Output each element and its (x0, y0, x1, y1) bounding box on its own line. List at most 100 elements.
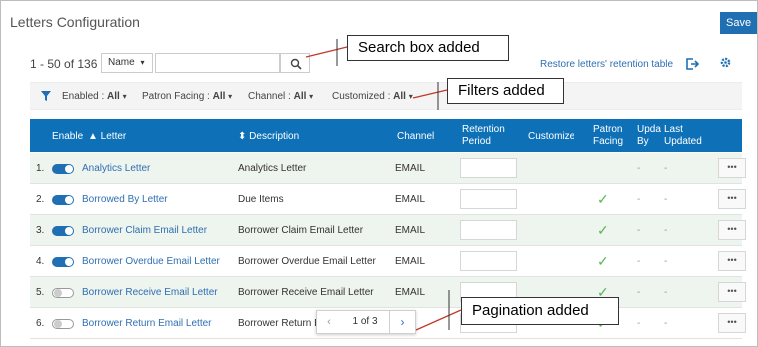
toggle-knob (54, 320, 62, 328)
retention-period-input[interactable] (460, 189, 517, 209)
enable-toggle[interactable] (52, 226, 74, 236)
filter-patron-facing[interactable]: Patron Facing : All ▾ (142, 91, 232, 102)
updated-by-cell: - (637, 225, 641, 236)
letter-link[interactable]: Borrower Return Email Letter (82, 318, 212, 329)
updated-by-cell: - (637, 163, 641, 174)
description-cell: Borrower Claim Email Letter (238, 225, 364, 236)
check-icon: ✓ (597, 191, 609, 207)
enable-toggle[interactable] (52, 288, 74, 298)
search-button[interactable] (280, 53, 310, 73)
filter-customized[interactable]: Customized : All ▾ (332, 91, 413, 102)
channel-cell: EMAIL (395, 225, 426, 236)
table-row: 3. Borrower Claim Email Letter Borrower Cl… (30, 215, 746, 246)
prev-page-button[interactable]: ‹ (317, 311, 341, 333)
pagination: ‹ 1 of 3 › (316, 310, 416, 334)
channel-cell: EMAIL (395, 163, 426, 174)
row-actions-button[interactable]: ••• (718, 220, 746, 240)
row-index: 1. (36, 163, 45, 174)
col-enable[interactable]: Enable (52, 131, 83, 142)
row-actions-button[interactable]: ••• (718, 158, 746, 178)
retention-period-input[interactable] (460, 251, 517, 271)
chevron-down-icon: ▾ (122, 92, 127, 101)
col-description[interactable]: ⬍ Description (238, 131, 299, 142)
check-icon: ✓ (597, 253, 609, 269)
last-updated-cell: - (664, 287, 668, 298)
filter-channel[interactable]: Channel : All ▾ (248, 91, 313, 102)
updated-by-cell: - (637, 256, 641, 267)
col-last-updated[interactable]: Last Updated (664, 124, 702, 148)
chevron-down-icon: ▾ (140, 58, 145, 67)
letter-link[interactable]: Borrower Claim Email Letter (82, 225, 207, 236)
enable-toggle[interactable] (52, 195, 74, 205)
annotation-search: Search box added (347, 35, 509, 61)
channel-cell: EMAIL (395, 287, 426, 298)
last-updated-cell: - (664, 163, 668, 174)
channel-cell: EMAIL (395, 256, 426, 267)
page-title: Letters Configuration (10, 14, 140, 30)
filter-icon (41, 91, 51, 101)
chevron-down-icon: ▾ (228, 92, 233, 101)
next-page-button[interactable]: › (389, 311, 415, 333)
save-button[interactable]: Save (720, 12, 757, 34)
annotation-filters: Filters added (447, 78, 564, 104)
retention-period-input[interactable] (460, 220, 517, 240)
description-cell: Borrower Receive Email Letter (238, 287, 374, 298)
col-channel[interactable]: Channel (397, 131, 434, 142)
annotation-pagination: Pagination added (461, 297, 619, 325)
last-updated-cell: - (664, 256, 668, 267)
description-cell: Borrower Overdue Email Letter (238, 256, 376, 267)
check-icon: ✓ (597, 222, 609, 238)
chevron-down-icon: ▾ (408, 92, 413, 101)
last-updated-cell: - (664, 225, 668, 236)
retention-period-input[interactable] (460, 158, 517, 178)
row-actions-button[interactable]: ••• (718, 189, 746, 209)
enable-toggle[interactable] (52, 164, 74, 174)
channel-cell: EMAIL (395, 194, 426, 205)
filter-bar: Enabled : All ▾ Patron Facing : All ▾ Ch… (30, 82, 742, 110)
last-updated-cell: - (664, 318, 668, 329)
gear-icon[interactable] (719, 56, 732, 72)
col-retention-period[interactable]: Retention Period (462, 124, 505, 148)
row-actions-button[interactable]: ••• (718, 282, 746, 302)
row-index: 3. (36, 225, 45, 236)
table-row: 5. Borrower Receive Email Letter Borrower … (30, 277, 746, 308)
col-customized[interactable]: Customized (528, 131, 574, 142)
row-actions-button[interactable]: ••• (718, 313, 746, 333)
letter-link[interactable]: Borrower Receive Email Letter (82, 287, 218, 298)
result-count: 1 - 50 of 136 (30, 57, 98, 71)
description-cell: Analytics Letter (238, 163, 307, 174)
letter-link[interactable]: Borrowed By Letter (82, 194, 168, 205)
enable-toggle[interactable] (52, 257, 74, 267)
search-icon (290, 58, 302, 70)
col-updated-by[interactable]: Upda By (637, 124, 661, 148)
updated-by-cell: - (637, 194, 641, 205)
table-row: 4. Borrower Overdue Email Letter Borrower … (30, 246, 746, 277)
row-actions-button[interactable]: ••• (718, 251, 746, 271)
letter-link[interactable]: Analytics Letter (82, 163, 150, 174)
row-index: 2. (36, 194, 45, 205)
filter-enabled[interactable]: Enabled : All ▾ (62, 91, 127, 102)
last-updated-cell: - (664, 194, 668, 205)
table-row: 1. Analytics Letter Analytics Letter EMAIL -… (30, 153, 746, 184)
chevron-down-icon: ▾ (309, 92, 314, 101)
toggle-knob (65, 227, 73, 235)
description-cell: Due Items (238, 194, 284, 205)
toggle-knob (54, 289, 62, 297)
search-field-label: Name (108, 57, 135, 68)
export-icon[interactable] (685, 57, 700, 74)
updated-by-cell: - (637, 287, 641, 298)
search-field-select[interactable]: Name ▾ (101, 53, 153, 73)
page-indicator: 1 of 3 (352, 316, 378, 327)
search-input[interactable] (155, 53, 280, 73)
enable-toggle[interactable] (52, 319, 74, 329)
table-row: 2. Borrowed By Letter Due Items EMAIL ✓ - - ••• (30, 184, 746, 215)
toggle-knob (65, 165, 73, 173)
col-patron-facing[interactable]: Patron Facing (593, 124, 623, 148)
row-index: 5. (36, 287, 45, 298)
restore-retention-link[interactable]: Restore letters' retention table (540, 59, 673, 70)
letter-link[interactable]: Borrower Overdue Email Letter (82, 256, 220, 267)
table-header: Enable ▲ Letter ⬍ Description Channel Re… (30, 119, 742, 152)
toggle-knob (65, 196, 73, 204)
col-letter[interactable]: ▲ Letter (88, 131, 126, 142)
updated-by-cell: - (637, 318, 641, 329)
